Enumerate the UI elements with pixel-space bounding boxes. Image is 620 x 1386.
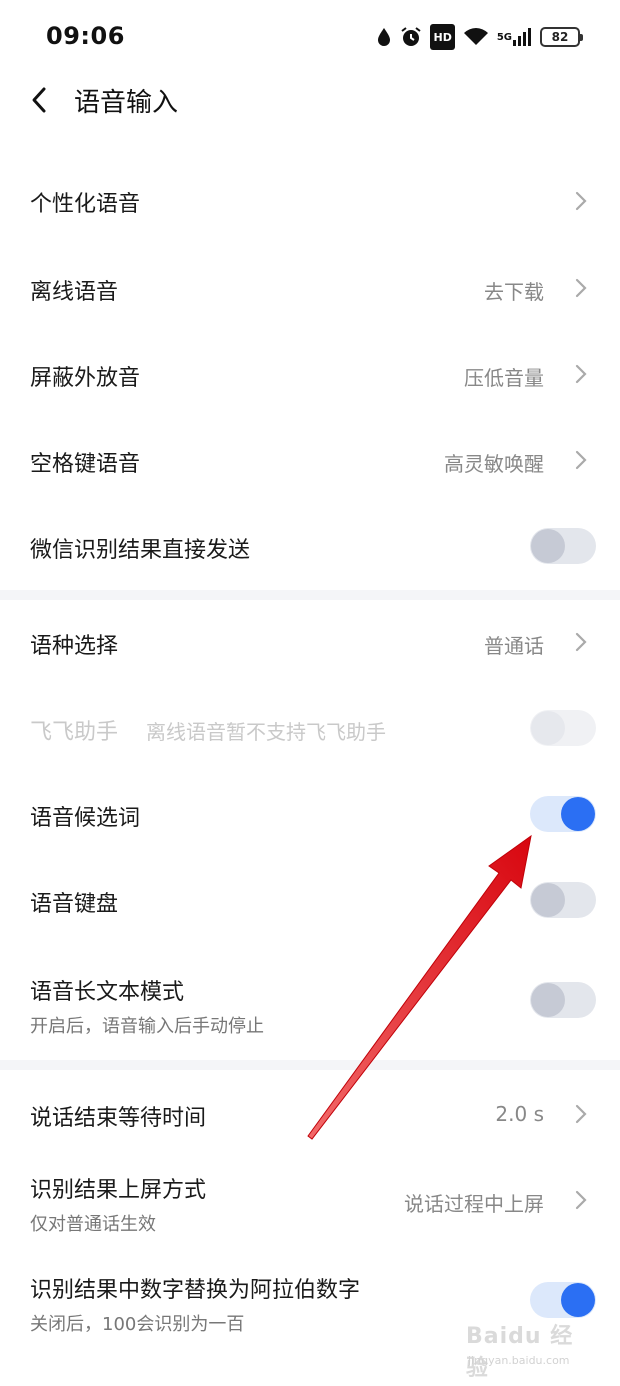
- battery-icon: 82: [540, 27, 583, 47]
- setting-result-display-mode[interactable]: 识别结果上屏方式 仅对普通话生效 说话过程中上屏: [0, 1156, 620, 1252]
- setting-end-wait-time[interactable]: 说话结束等待时间 2.0 s: [0, 1070, 620, 1156]
- setting-label: 空格键语音: [30, 452, 141, 477]
- setting-voice-candidates: 语音候选词: [0, 772, 620, 858]
- setting-label: 个性化语音: [30, 192, 141, 217]
- chevron-right-icon: [575, 1190, 587, 1210]
- toggle-knob: [531, 711, 565, 745]
- network-label: 5G: [496, 31, 512, 43]
- setting-label: 离线语音: [30, 280, 119, 305]
- 5g-signal-icon: 5G: [497, 24, 532, 50]
- long-text-mode-toggle[interactable]: [530, 982, 596, 1018]
- watermark-brand: Baidu 经验: [466, 1324, 574, 1381]
- hd-icon: HD: [430, 24, 455, 50]
- setting-label: 识别结果中数字替换为阿拉伯数字: [30, 1278, 361, 1303]
- setting-language-select[interactable]: 语种选择 普通话: [0, 600, 620, 686]
- chevron-right-icon: [575, 364, 587, 384]
- setting-value: 去下载: [484, 280, 544, 304]
- chevron-right-icon: [575, 191, 587, 211]
- wechat-direct-send-toggle[interactable]: [530, 528, 596, 564]
- section-divider: [0, 1060, 620, 1070]
- setting-label: 语音候选词: [30, 806, 141, 831]
- toggle-knob: [561, 797, 595, 831]
- wifi-icon: [463, 24, 489, 50]
- setting-value: 说话过程中上屏: [404, 1192, 544, 1216]
- setting-label: 识别结果上屏方式: [30, 1178, 207, 1203]
- toggle-knob: [531, 883, 565, 917]
- toggle-knob: [531, 529, 565, 563]
- status-icons: HD 5G 82: [376, 24, 583, 50]
- toggle-knob: [561, 1283, 595, 1317]
- setting-value: 普通话: [484, 634, 544, 658]
- setting-value: 高灵敏唤醒: [444, 452, 544, 476]
- drop-icon: [376, 24, 392, 50]
- section-divider: [0, 590, 620, 600]
- chevron-right-icon: [575, 632, 587, 652]
- status-bar: 09:06 HD 5G 82: [0, 0, 620, 76]
- baidu-jingyan-watermark: Baidu 经验 jingyan.baidu.com: [464, 1318, 584, 1381]
- alarm-icon: [400, 24, 422, 50]
- arabic-numerals-toggle[interactable]: [530, 1282, 596, 1318]
- setting-note: 离线语音暂不支持飞飞助手: [146, 720, 386, 744]
- setting-label: 语音长文本模式: [30, 980, 185, 1005]
- setting-label: 屏蔽外放音: [30, 366, 141, 391]
- setting-long-text-mode: 语音长文本模式 开启后，语音输入后手动停止: [0, 944, 620, 1056]
- back-button[interactable]: [26, 82, 54, 118]
- setting-wechat-direct-send: 微信识别结果直接发送: [0, 502, 620, 588]
- chevron-right-icon: [575, 450, 587, 470]
- title-bar: 语音输入: [0, 76, 620, 126]
- feifei-assistant-toggle: [530, 710, 596, 746]
- voice-keyboard-toggle[interactable]: [530, 882, 596, 918]
- setting-value: 压低音量: [464, 366, 544, 390]
- setting-subtext: 仅对普通话生效: [30, 1214, 156, 1235]
- setting-personalized-voice[interactable]: 个性化语音: [0, 158, 620, 244]
- setting-label: 飞飞助手: [30, 720, 119, 745]
- setting-subtext: 关闭后，100会识别为一百: [30, 1314, 245, 1335]
- setting-voice-keyboard: 语音键盘: [0, 858, 620, 944]
- setting-subtext: 开启后，语音输入后手动停止: [30, 1016, 264, 1037]
- page-title: 语音输入: [74, 88, 179, 118]
- setting-label: 说话结束等待时间: [30, 1106, 207, 1131]
- setting-label: 微信识别结果直接发送: [30, 538, 251, 563]
- chevron-left-icon: [32, 87, 46, 113]
- toggle-knob: [531, 983, 565, 1017]
- voice-candidates-toggle[interactable]: [530, 796, 596, 832]
- status-time: 09:06: [46, 22, 125, 50]
- setting-spacebar-voice[interactable]: 空格键语音 高灵敏唤醒: [0, 416, 620, 502]
- setting-feifei-assistant: 飞飞助手 离线语音暂不支持飞飞助手: [0, 686, 620, 772]
- setting-block-external-sound[interactable]: 屏蔽外放音 压低音量: [0, 330, 620, 416]
- setting-label: 语音键盘: [30, 892, 119, 917]
- chevron-right-icon: [575, 1104, 587, 1124]
- setting-value: 2.0 s: [495, 1102, 544, 1126]
- chevron-right-icon: [575, 278, 587, 298]
- watermark-url: jingyan.baidu.com: [468, 1354, 570, 1367]
- setting-label: 语种选择: [30, 634, 119, 659]
- setting-offline-voice[interactable]: 离线语音 去下载: [0, 244, 620, 330]
